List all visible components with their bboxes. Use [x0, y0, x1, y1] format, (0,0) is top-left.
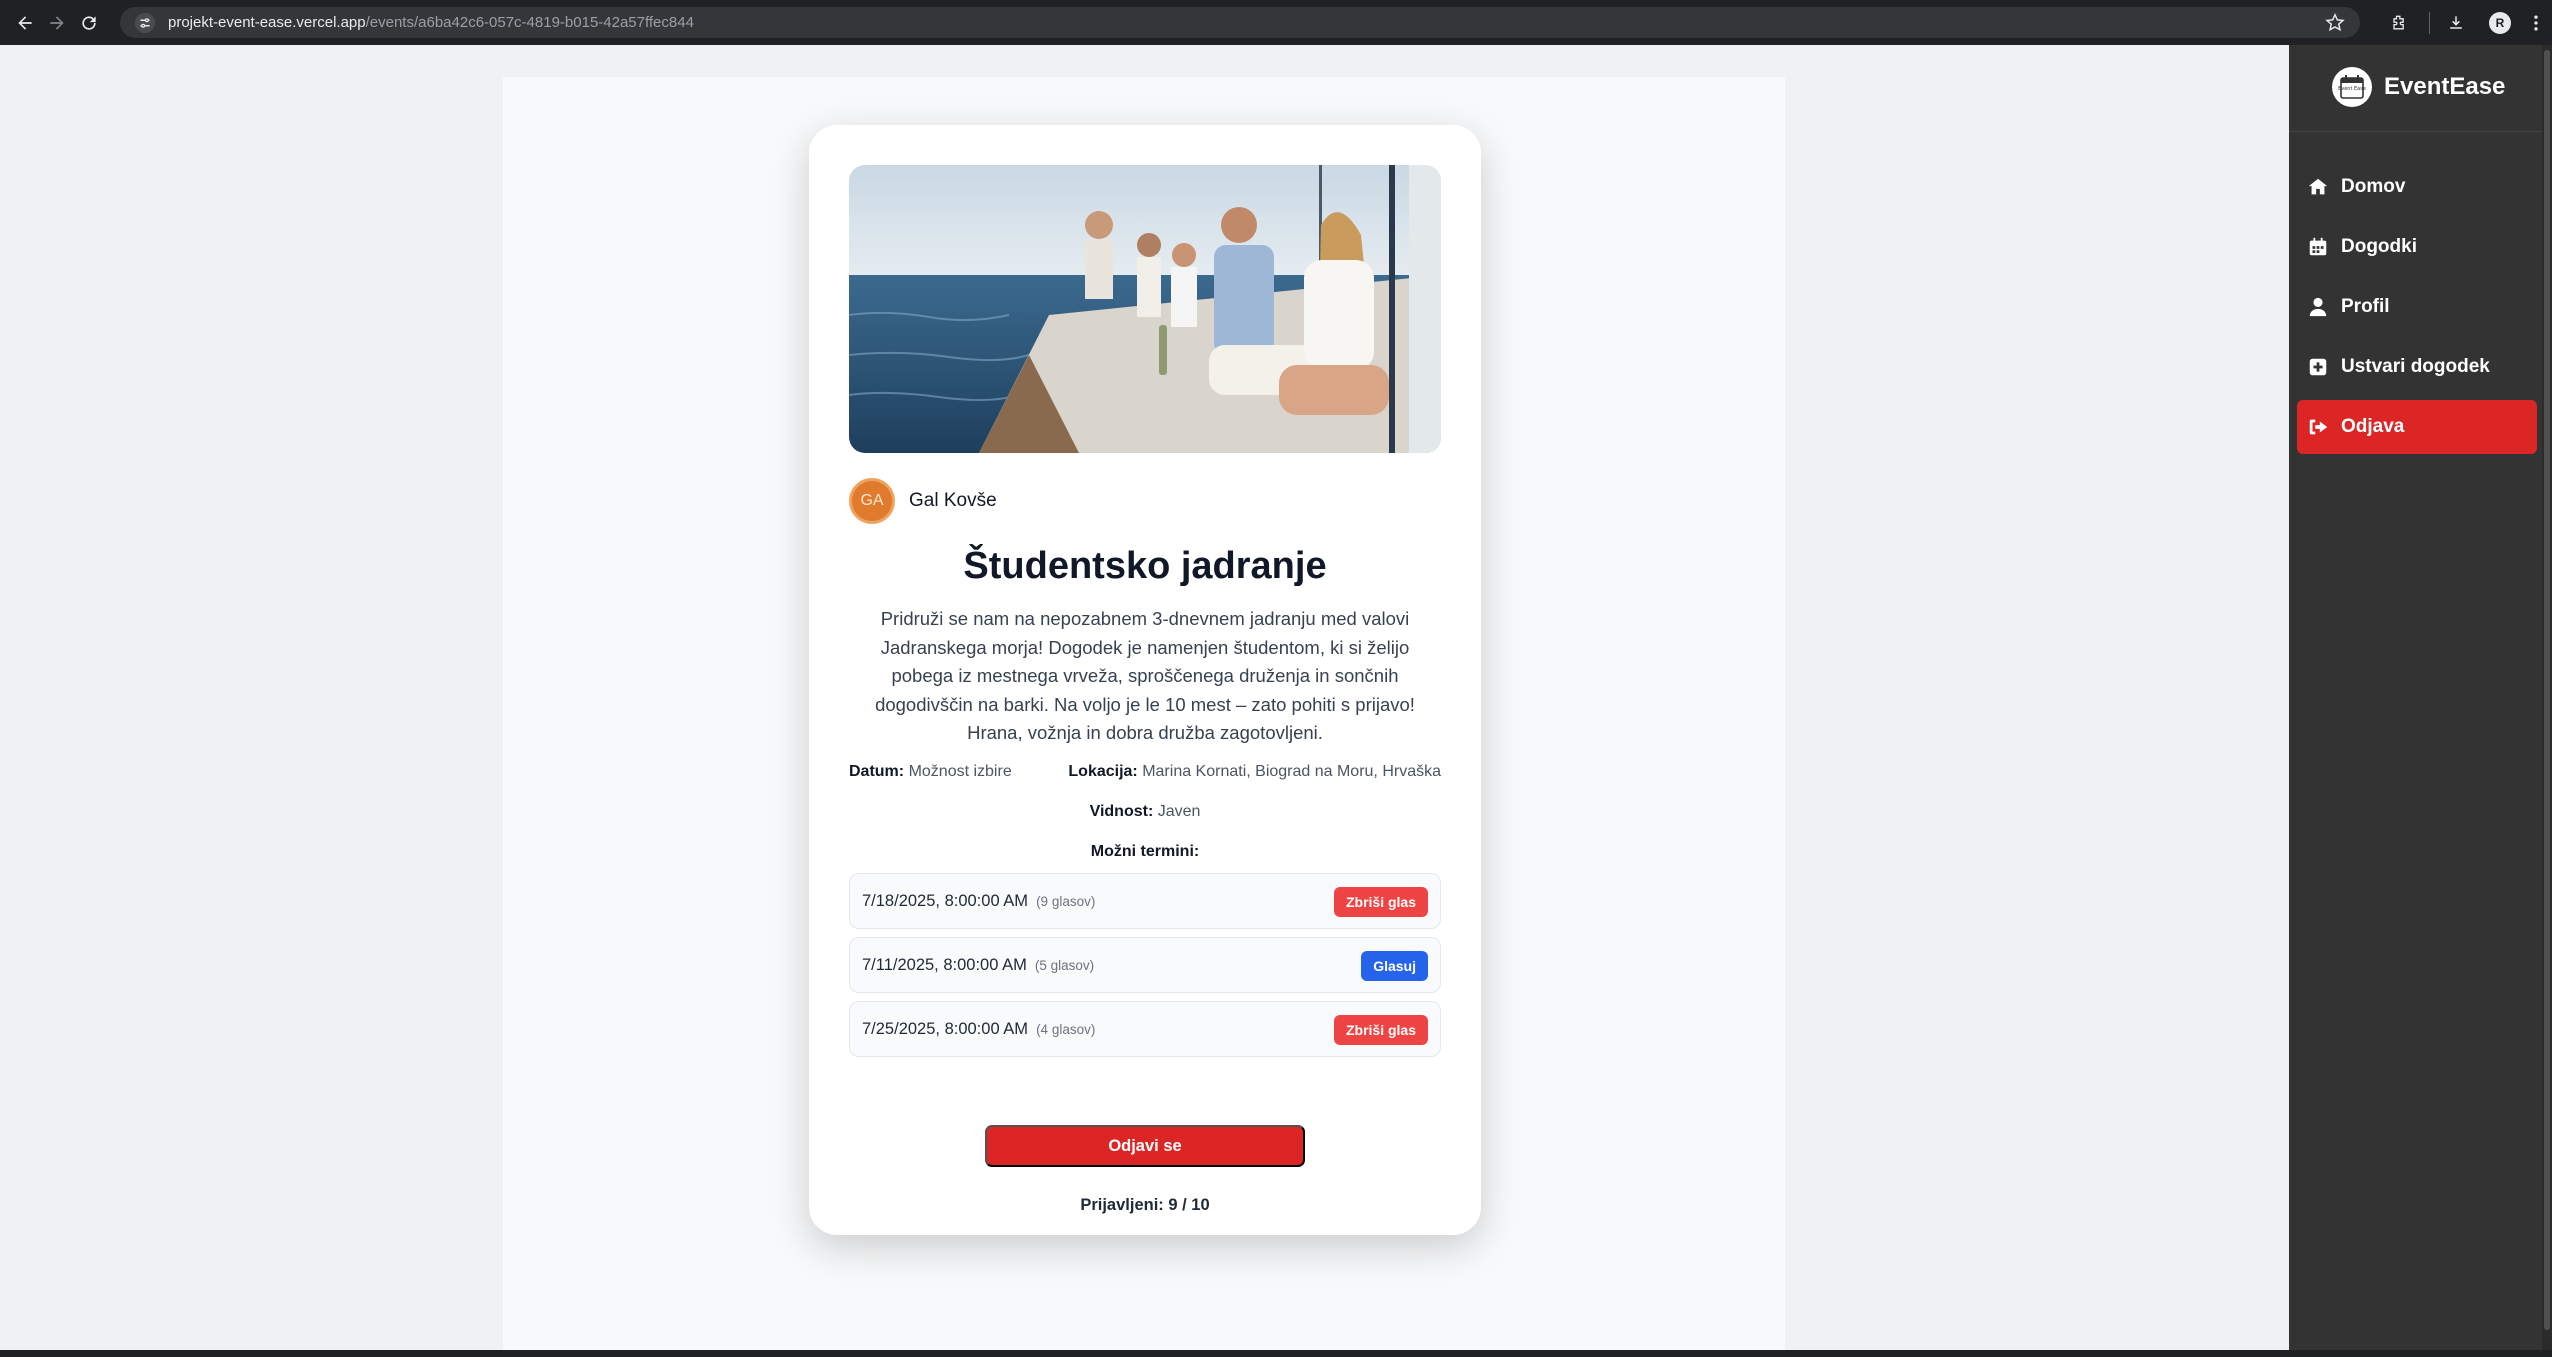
profile-initial: R: [2489, 11, 2511, 34]
sign-out-icon: [2309, 419, 2328, 435]
date-option: 7/25/2025, 8:00:00 AM (4 glasov) Zbriši …: [849, 1001, 1441, 1057]
event-meta-row: Datum: Možnost izbire Lokacija: Marina K…: [849, 763, 1441, 781]
svg-text:Event Ease: Event Ease: [2338, 86, 2366, 92]
event-author: GA Gal Kovše: [849, 478, 997, 524]
option-date: 7/11/2025, 8:00:00 AM: [862, 955, 1027, 974]
sidebar-item-label: Dogodki: [2341, 236, 2417, 257]
event-visibility: Vidnost: Javen: [849, 803, 1441, 821]
menu-dots-icon[interactable]: [2524, 3, 2548, 43]
sidebar-item-dogodki[interactable]: Dogodki: [2297, 220, 2537, 274]
sidebar-item-odjava[interactable]: Odjava: [2297, 400, 2537, 454]
site-settings-icon[interactable]: [134, 12, 156, 34]
event-date: Datum: Možnost izbire: [849, 763, 1012, 781]
author-name: Gal Kovše: [909, 490, 997, 511]
page-content: GA Gal Kovše Študentsko jadranje Pridruž…: [0, 45, 2289, 1350]
event-location: Lokacija: Marina Kornati, Biograd na Mor…: [1068, 763, 1441, 781]
date-label: Datum:: [849, 763, 905, 780]
url-host: projekt-event-ease.vercel.app: [168, 14, 366, 31]
date-value: Možnost izbire: [908, 763, 1012, 780]
profile-avatar[interactable]: R: [2480, 3, 2520, 43]
extensions-icon[interactable]: [2379, 3, 2419, 43]
bookmark-star-icon[interactable]: [2324, 12, 2346, 34]
sidebar-item-label: Profil: [2341, 296, 2390, 317]
unsubscribe-button[interactable]: Odjavi se: [985, 1125, 1305, 1167]
forward-icon[interactable]: [42, 8, 72, 38]
sidebar-item-domov[interactable]: Domov: [2297, 160, 2537, 214]
author-avatar: GA: [849, 478, 895, 524]
calendar-icon: [2309, 237, 2327, 256]
sidebar-nav: Domov Dogodki Profil Ustvari dogodek Odj…: [2297, 160, 2537, 460]
option-date: 7/18/2025, 8:00:00 AM: [862, 891, 1029, 910]
reload-icon[interactable]: [74, 8, 104, 38]
date-option: 7/18/2025, 8:00:00 AM (9 glasov) Zbriši …: [849, 873, 1441, 929]
location-label: Lokacija:: [1068, 763, 1138, 780]
address-bar[interactable]: projekt-event-ease.vercel.app/events/a6b…: [120, 7, 2360, 38]
logo-icon: Event Ease: [2332, 67, 2372, 107]
home-icon: [2308, 178, 2328, 195]
sidebar-item-label: Odjava: [2341, 416, 2405, 437]
event-card: GA Gal Kovše Študentsko jadranje Pridruž…: [809, 125, 1481, 1235]
back-icon[interactable]: [10, 8, 40, 38]
option-votes: (9 glasov): [1036, 893, 1096, 909]
sidebar-item-label: Domov: [2341, 176, 2406, 197]
remove-vote-button[interactable]: Zbriši glas: [1333, 1015, 1428, 1045]
date-options-list: 7/18/2025, 8:00:00 AM (9 glasov) Zbriši …: [849, 873, 1441, 1065]
option-votes: (4 glasov): [1036, 1021, 1096, 1037]
brand-divider: [2289, 131, 2552, 132]
options-heading: Možni termini:: [1090, 843, 1200, 860]
registered-count: Prijavljeni: 9 / 10: [1080, 1196, 1210, 1214]
location-value: Marina Kornati, Biograd na Moru, Hrvaška: [1142, 763, 1441, 780]
sidebar-item-profil[interactable]: Profil: [2297, 280, 2537, 334]
sidebar-item-label: Ustvari dogodek: [2341, 356, 2490, 377]
brand[interactable]: Event Ease EventEase: [2332, 67, 2505, 107]
vote-button[interactable]: Glasuj: [1361, 951, 1428, 981]
brand-name: EventEase: [2384, 73, 2506, 100]
event-title: Študentsko jadranje: [963, 545, 1327, 587]
download-icon[interactable]: [2436, 3, 2476, 43]
sidebar: Event Ease EventEase Domov Dogodki Profi…: [2289, 45, 2552, 1350]
toolbar-divider: [2429, 11, 2430, 34]
browser-toolbar: projekt-event-ease.vercel.app/events/a6b…: [0, 0, 2552, 45]
plus-square-icon: [2309, 358, 2327, 376]
remove-vote-button[interactable]: Zbriši glas: [1333, 887, 1428, 917]
url-path: /events/a6ba42c6-057c-4819-b015-42a57ffe…: [365, 14, 694, 31]
date-option: 7/11/2025, 8:00:00 AM (5 glasov) Glasuj: [849, 937, 1441, 993]
event-image: [849, 165, 1441, 453]
visibility-label: Vidnost:: [1089, 803, 1154, 820]
user-icon: [2309, 297, 2327, 317]
visibility-value: Javen: [1157, 803, 1201, 820]
option-votes: (5 glasov): [1034, 957, 1095, 973]
option-date: 7/25/2025, 8:00:00 AM: [862, 1019, 1029, 1038]
scrollbar-thumb[interactable]: [2544, 50, 2550, 1330]
window-bottom-edge: [0, 1350, 2552, 1357]
event-description: Pridruži se nam na nepozabnem 3-dnevnem …: [875, 608, 1415, 743]
sidebar-item-ustvari-dogodek[interactable]: Ustvari dogodek: [2297, 340, 2537, 394]
